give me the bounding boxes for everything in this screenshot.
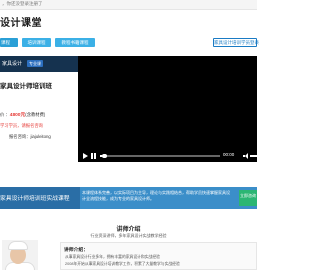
course-promo-banner: 家具设计师培训班实战课程 本课程体系完善，以实际项目为主导，理论与实践相结合，帮…	[0, 187, 257, 209]
course-info-panel: 家具设计 专业课 家具设计师培训班 价 ：4800元(含教材费) 学习学员，请报…	[0, 56, 78, 172]
video-player[interactable]: 00:00	[78, 56, 257, 162]
nav-tab-books[interactable]: 教程书籍课程	[55, 38, 95, 47]
top-bar: ，你还没登录注册了	[0, 0, 257, 10]
teacher-line: 从事家具设计行业多年，拥有丰富的家具设计和实战经验	[65, 255, 160, 259]
course-banner: 家具设计 专业课	[0, 56, 78, 72]
nav-bar: 课程 培训课程 教程书籍课程 家具设计培训学员登录	[0, 38, 259, 48]
promo-title: 家具设计师培训班实战课程	[0, 196, 70, 202]
course-banner-label: 家具设计	[2, 61, 23, 67]
play-icon[interactable]	[83, 153, 88, 159]
consult-button[interactable]: 立即咨询	[239, 190, 257, 206]
teacher-photo	[2, 240, 38, 270]
volume-slider[interactable]	[250, 155, 257, 157]
site-title[interactable]: 设计课堂	[0, 14, 42, 29]
promo-banner-left: 家具设计师培训班实战课程	[0, 187, 80, 209]
promo-description: 本课程体系完善，以实际项目为主导，理论与实践相结合，帮助学员快速掌握家具设计全流…	[82, 190, 230, 201]
video-time: 00:00	[223, 152, 235, 157]
video-controls: 00:00	[78, 150, 257, 162]
price-value: 4800元	[9, 113, 26, 118]
course-banner-tag: 专业课	[27, 60, 43, 67]
price-note: (含教材费)	[25, 112, 46, 117]
intro-title: 讲师介绍	[116, 227, 141, 233]
nav-tab-courses[interactable]: 课程	[0, 38, 18, 47]
nav-tab-training[interactable]: 培训课程	[22, 38, 51, 47]
next-icon[interactable]	[91, 153, 96, 159]
price-label: 价 ：	[0, 112, 10, 117]
volume-icon[interactable]	[243, 153, 249, 159]
intro-subtitle: 行业资深讲师，多年家具设计实战教学经验	[90, 233, 167, 238]
top-bar-text: ，你还没登录注册了	[2, 1, 43, 6]
price-line: 价 ：4800元(含教材费)	[0, 111, 45, 118]
teacher-line: 2008年开始从事家具设计培训教学工作，积累了大量教学与实战经验	[65, 262, 180, 266]
teacher-heading: 讲师介绍：	[64, 248, 88, 253]
video-progress-thumb[interactable]	[102, 153, 107, 158]
teacher-intro-box: 讲师介绍： 从事家具设计行业多年，拥有丰富的家具设计和实战经验 2008年开始从…	[60, 242, 257, 270]
contact-info: 报名咨询：jiajuleitong	[9, 134, 51, 139]
video-progress-bar[interactable]	[100, 153, 220, 158]
course-title: 家具设计师培训班	[0, 83, 52, 90]
teacher-hat	[8, 241, 28, 250]
register-button[interactable]: 家具设计培训学员登录	[213, 38, 259, 47]
signup-notice[interactable]: 学习学员，请报名咨询	[0, 123, 43, 129]
